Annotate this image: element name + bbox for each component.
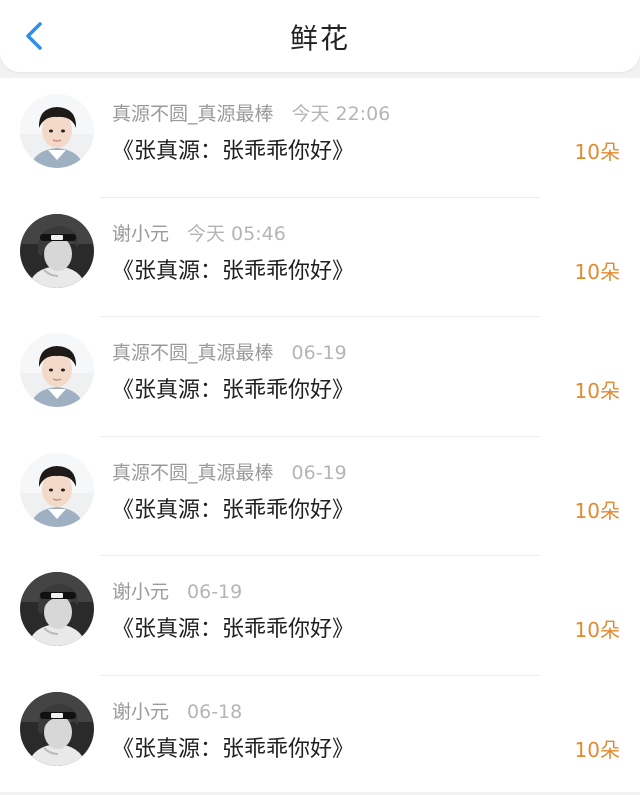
timestamp: 今天 05:46	[187, 223, 286, 245]
username[interactable]: 真源不圆_真源最棒	[112, 462, 274, 484]
avatar[interactable]	[20, 453, 94, 527]
page-title: 鲜花	[0, 17, 640, 57]
avatar[interactable]	[20, 692, 94, 766]
avatar[interactable]	[20, 214, 94, 288]
message-text: 《张真源：张乖乖你好》	[112, 492, 354, 524]
avatar[interactable]	[20, 94, 94, 168]
list-item[interactable]: 谢小元 06-19 《张真源：张乖乖你好》 10朵	[0, 556, 640, 676]
list-item[interactable]: 谢小元今天 05:46 《张真源：张乖乖你好》 10朵	[0, 198, 640, 318]
timestamp: 06-19	[292, 342, 347, 364]
message-text: 《张真源：张乖乖你好》	[112, 611, 354, 643]
flower-count: 10朵	[575, 614, 620, 643]
avatar[interactable]	[20, 572, 94, 646]
item-meta: 谢小元今天 05:46	[112, 219, 286, 246]
flower-count: 10朵	[575, 256, 620, 285]
list-item[interactable]: 谢小元 06-18 《张真源：张乖乖你好》 10朵	[0, 676, 640, 795]
username[interactable]: 真源不圆_真源最棒	[112, 103, 274, 125]
list-item[interactable]: 真源不圆_真源最棒 06-19 《张真源：张乖乖你好》 10朵	[0, 437, 640, 557]
timestamp: 06-19	[292, 462, 347, 484]
item-meta: 真源不圆_真源最棒 06-19	[112, 338, 347, 365]
item-meta: 谢小元 06-19	[112, 577, 242, 604]
item-meta: 真源不圆_真源最棒 06-19	[112, 458, 347, 485]
timestamp: 06-19	[187, 581, 242, 603]
flower-count: 10朵	[575, 136, 620, 165]
username[interactable]: 谢小元	[112, 701, 169, 723]
item-meta: 真源不圆_真源最棒今天 22:06	[112, 99, 390, 126]
timestamp: 今天 22:06	[292, 103, 391, 125]
flower-count: 10朵	[575, 495, 620, 524]
item-meta: 谢小元 06-18	[112, 697, 242, 724]
flower-count: 10朵	[575, 375, 620, 404]
message-text: 《张真源：张乖乖你好》	[112, 731, 354, 763]
username[interactable]: 真源不圆_真源最棒	[112, 342, 274, 364]
message-text: 《张真源：张乖乖你好》	[112, 133, 354, 165]
username[interactable]: 谢小元	[112, 223, 169, 245]
timestamp: 06-18	[187, 701, 242, 723]
message-text: 《张真源：张乖乖你好》	[112, 372, 354, 404]
avatar[interactable]	[20, 333, 94, 407]
list-item[interactable]: 真源不圆_真源最棒今天 22:06 《张真源：张乖乖你好》 10朵	[0, 78, 640, 198]
gift-list: 真源不圆_真源最棒今天 22:06 《张真源：张乖乖你好》 10朵 谢小元今天 …	[0, 78, 640, 792]
username[interactable]: 谢小元	[112, 581, 169, 603]
top-bar: 鲜花	[0, 0, 640, 72]
message-text: 《张真源：张乖乖你好》	[112, 253, 354, 285]
flower-count: 10朵	[575, 734, 620, 763]
list-item[interactable]: 真源不圆_真源最棒 06-19 《张真源：张乖乖你好》 10朵	[0, 317, 640, 437]
